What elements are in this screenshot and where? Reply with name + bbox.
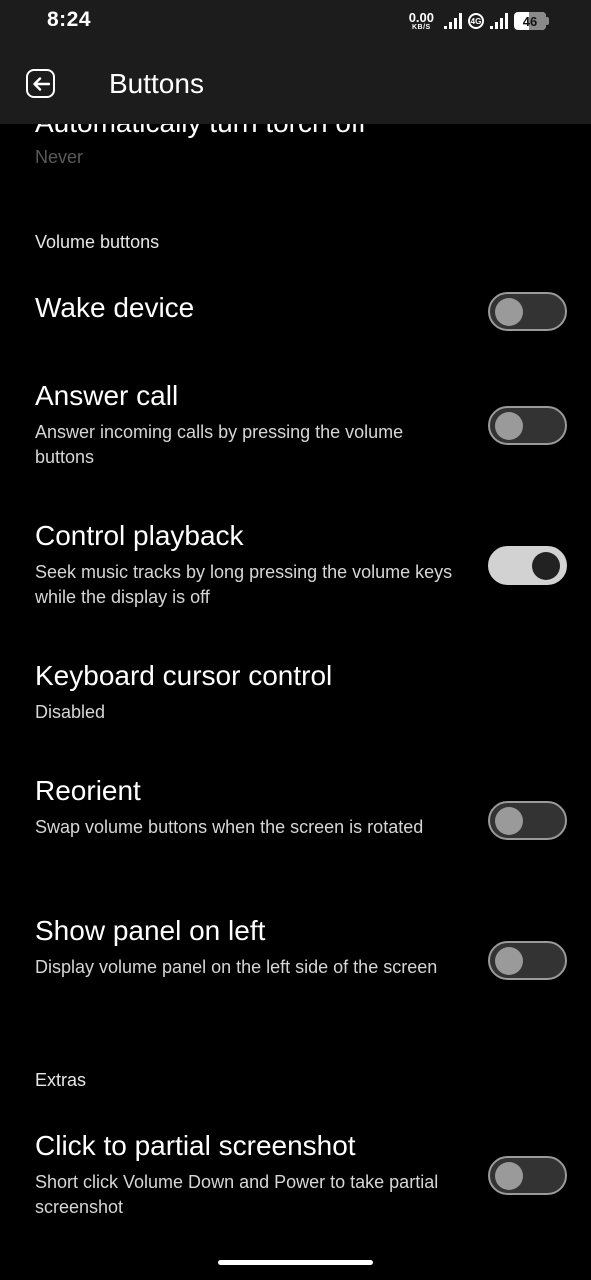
setting-title: Reorient [35, 775, 141, 806]
setting-reorient[interactable]: Reorient Swap volume buttons when the sc… [35, 775, 455, 840]
network-type-icon: 4G [468, 13, 484, 29]
setting-description: Swap volume buttons when the screen is r… [35, 817, 424, 837]
setting-answer-call[interactable]: Answer call Answer incoming calls by pre… [35, 380, 455, 470]
network-speed-value: 0.00 [408, 10, 434, 25]
setting-title: Keyboard cursor control [35, 660, 333, 691]
answer-call-toggle[interactable] [488, 406, 567, 445]
setting-title: Click to partial screenshot [35, 1130, 356, 1161]
settings-list[interactable]: Automatically turn torch off Never Volum… [0, 124, 591, 1254]
partial-screenshot-toggle[interactable] [488, 1156, 567, 1195]
signal-icon-2 [490, 13, 508, 29]
section-header-volume-buttons: Volume buttons [35, 232, 160, 252]
control-playback-toggle[interactable] [488, 546, 567, 585]
app-bar: Buttons [0, 44, 591, 124]
network-speed: 0.00 KB/S [409, 11, 434, 31]
status-bar: 8:24 0.00 KB/S 4G 46 [0, 0, 591, 44]
setting-control-playback[interactable]: Control playback Seek music tracks by lo… [35, 520, 455, 610]
setting-value: Never [35, 147, 84, 167]
page-title: Buttons [109, 68, 204, 99]
setting-click-to-partial-screenshot[interactable]: Click to partial screenshot Short click … [35, 1130, 455, 1220]
setting-title: Control playback [35, 520, 244, 551]
network-speed-unit: KB/S [411, 24, 431, 31]
setting-description: Seek music tracks by long pressing the v… [35, 562, 453, 607]
setting-title: Show panel on left [35, 915, 266, 946]
back-arrow-icon[interactable] [26, 69, 55, 98]
setting-description: Display volume panel on the left side of… [35, 957, 438, 977]
section-header-extras: Extras [35, 1070, 87, 1090]
battery-level: 46 [522, 13, 538, 29]
signal-icon [444, 13, 462, 29]
setting-auto-torch-off[interactable]: Automatically turn torch off Never [35, 124, 455, 170]
wake-device-toggle[interactable] [488, 292, 567, 331]
reorient-toggle[interactable] [488, 801, 567, 840]
setting-title: Automatically turn torch off [35, 124, 455, 139]
setting-show-panel-on-left[interactable]: Show panel on left Display volume panel … [35, 915, 455, 980]
setting-title: Wake device [35, 292, 195, 323]
setting-keyboard-cursor-control[interactable]: Keyboard cursor control Disabled [35, 660, 455, 725]
setting-title: Answer call [35, 380, 179, 411]
home-indicator[interactable] [218, 1260, 373, 1265]
setting-description: Answer incoming calls by pressing the vo… [35, 422, 404, 467]
status-time: 8:24 [47, 8, 92, 31]
show-panel-on-left-toggle[interactable] [488, 941, 567, 980]
setting-wake-device[interactable]: Wake device [35, 292, 194, 324]
status-icons: 0.00 KB/S 4G 46 [409, 8, 549, 34]
setting-description: Short click Volume Down and Power to tak… [35, 1172, 439, 1217]
battery-icon: 46 [514, 12, 549, 30]
setting-value: Disabled [35, 702, 106, 722]
